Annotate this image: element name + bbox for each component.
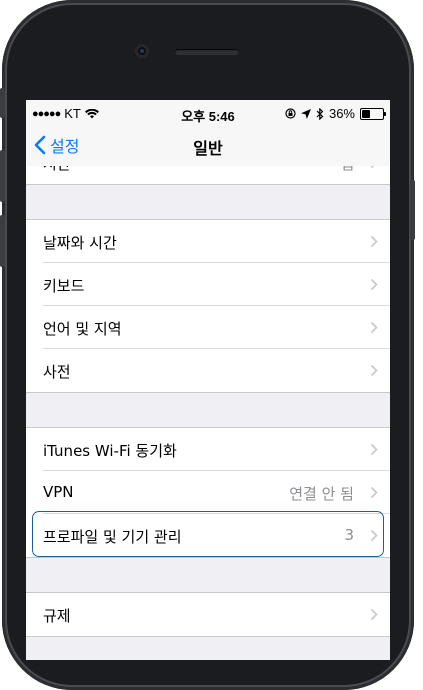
chevron-right-icon bbox=[370, 608, 378, 621]
location-icon bbox=[300, 108, 311, 119]
chevron-right-icon bbox=[370, 443, 378, 456]
battery-percent: 36% bbox=[328, 106, 355, 121]
list-item-vpn[interactable]: VPN 연결 안 됨 bbox=[26, 471, 390, 514]
chevron-right-icon bbox=[370, 321, 378, 334]
bluetooth-icon bbox=[316, 107, 324, 120]
list-item-profiles-device-management[interactable]: 프로파일 및 기기 관리 3 bbox=[26, 514, 390, 557]
list-item-language-region[interactable]: 언어 및 지역 bbox=[26, 306, 390, 349]
navigation-bar: 설정 일반 bbox=[26, 126, 390, 167]
list-item-dictionary[interactable]: 사전 bbox=[26, 349, 390, 392]
chevron-right-icon bbox=[370, 235, 378, 248]
list-item-label: VPN bbox=[43, 483, 74, 501]
chevron-right-icon bbox=[370, 529, 378, 542]
list-item-regulatory[interactable]: 규제 bbox=[26, 593, 390, 636]
page-title: 일반 bbox=[193, 139, 223, 158]
list-item-label: 언어 및 지역 bbox=[43, 320, 122, 338]
settings-group-3: 규제 bbox=[26, 592, 390, 637]
volume-up-button bbox=[0, 150, 5, 202]
list-item-label: 프로파일 및 기기 관리 bbox=[43, 528, 182, 546]
power-button bbox=[410, 180, 415, 240]
settings-group-2: iTunes Wi-Fi 동기화 VPN 연결 안 됨 프로파일 및 기기 관리… bbox=[26, 427, 390, 558]
status-bar: ●●●●● KT 오후 5:46 36% bbox=[26, 100, 390, 126]
list-item-keyboard[interactable]: 키보드 bbox=[26, 263, 390, 306]
list-item-label: 날짜와 시간 bbox=[43, 234, 117, 252]
vpn-status: 연결 안 됨 bbox=[289, 485, 354, 503]
settings-group-1: 날짜와 시간 키보드 언어 및 지역 사전 bbox=[26, 219, 390, 393]
chevron-right-icon bbox=[370, 166, 375, 169]
list-item-label: iTunes Wi-Fi 동기화 bbox=[43, 442, 177, 460]
list-item-label: 규제 bbox=[43, 607, 71, 625]
chevron-right-icon bbox=[370, 486, 378, 499]
mute-switch bbox=[0, 88, 5, 118]
list-item-label: 사전 bbox=[43, 363, 71, 381]
list-item-label: 키보드 bbox=[43, 277, 85, 295]
list-item-date-time[interactable]: 날짜와 시간 bbox=[26, 220, 390, 263]
front-camera bbox=[136, 45, 148, 57]
battery-icon bbox=[360, 107, 386, 120]
list-item-itunes-wifi-sync[interactable]: iTunes Wi-Fi 동기화 bbox=[26, 428, 390, 471]
chevron-right-icon bbox=[370, 364, 378, 377]
screen: ●●●●● KT 오후 5:46 36% 설정 일반 날짜와 시간 키보드 언어… bbox=[26, 100, 390, 660]
rotation-lock-icon bbox=[285, 108, 296, 119]
list-item-partial[interactable]: 시간 냅 bbox=[26, 166, 390, 185]
settings-list: 시간 냅 날짜와 시간 키보드 언어 및 지역 사전 bbox=[26, 166, 390, 637]
list-item-value: 냅 bbox=[340, 166, 354, 174]
chevron-right-icon bbox=[370, 278, 378, 291]
list-item-label: 시간 bbox=[43, 166, 71, 174]
earpiece-speaker bbox=[175, 49, 239, 55]
profile-count: 3 bbox=[344, 526, 354, 544]
volume-down-button bbox=[0, 215, 5, 267]
